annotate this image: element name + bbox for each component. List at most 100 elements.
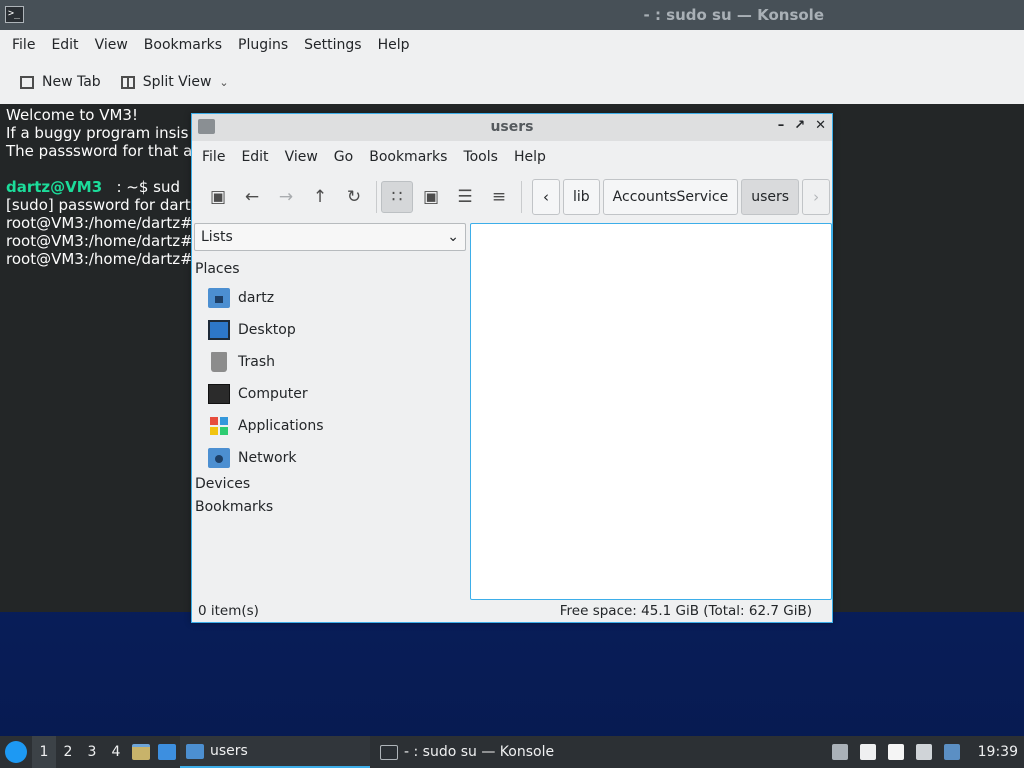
quicklaunch-show-desktop[interactable] — [154, 736, 180, 768]
clipboard-icon[interactable] — [887, 744, 904, 760]
terminal-icon — [380, 744, 398, 760]
split-view-icon — [120, 75, 135, 89]
fm-titlebar[interactable]: users – ↗ ✕ — [192, 114, 832, 141]
applications-icon — [208, 416, 230, 436]
place-item-dartz[interactable]: dartz — [208, 285, 274, 311]
breadcrumb-item[interactable]: AccountsService — [602, 179, 739, 215]
new-tab-icon[interactable]: ▣ — [202, 181, 234, 213]
desktop-icon — [208, 320, 230, 340]
fm-menu-help[interactable]: Help — [506, 149, 554, 165]
desktop-switch-2[interactable]: 2 — [56, 736, 80, 768]
prompt-user: dartz@VM3 — [6, 178, 103, 196]
status-bar: 0 item(s) Free space: 45.1 GiB (Total: 6… — [192, 600, 832, 622]
desktop-switch-1[interactable]: 1 — [32, 736, 56, 768]
desktop-switch-3[interactable]: 3 — [80, 736, 104, 768]
toolbar-separator — [376, 181, 377, 213]
konsole-menu-bookmarks[interactable]: Bookmarks — [136, 37, 230, 53]
fm-menu-file[interactable]: File — [194, 149, 233, 165]
place-item-trash[interactable]: Trash — [208, 349, 275, 375]
konsole-titlebar[interactable]: >_ - : sudo su — Konsole — [0, 0, 1024, 30]
fm-menu-view[interactable]: View — [277, 149, 326, 165]
trash-icon — [211, 352, 227, 372]
status-item-count: 0 item(s) — [198, 603, 259, 619]
fm-menu-edit[interactable]: Edit — [233, 149, 276, 165]
detailed-list-icon[interactable]: ≡ — [483, 181, 515, 213]
tray-arrow-icon[interactable] — [831, 744, 848, 760]
new-tab-label: New Tab — [42, 74, 101, 90]
fm-menu-tools[interactable]: Tools — [455, 149, 506, 165]
konsole-menu-help[interactable]: Help — [370, 37, 418, 53]
split-view-label: Split View — [142, 74, 212, 90]
place-item-desktop[interactable]: Desktop — [208, 317, 296, 343]
toolbar-separator — [521, 181, 522, 213]
breadcrumb-item[interactable]: lib — [563, 179, 600, 215]
breadcrumb-item-current[interactable]: users — [741, 179, 800, 215]
system-tray: 19:39 — [831, 736, 1024, 768]
konsole-menu-settings[interactable]: Settings — [296, 37, 369, 53]
konsole-menu-file[interactable]: File — [4, 37, 43, 53]
close-icon[interactable]: ✕ — [815, 118, 826, 133]
network-icon — [208, 448, 230, 468]
breadcrumb: ‹ lib AccountsService users › — [532, 179, 831, 215]
reload-icon[interactable]: ↻ — [338, 181, 370, 213]
place-label: dartz — [238, 290, 275, 306]
up-arrow-icon[interactable]: ↑ — [304, 181, 336, 213]
konsole-title: - : sudo su — Konsole — [643, 6, 824, 24]
place-label: Applications — [238, 418, 324, 434]
app-menu-icon — [5, 741, 27, 763]
update-notifier-icon[interactable] — [943, 744, 960, 760]
start-menu-button[interactable] — [0, 736, 32, 768]
desktop-switch-4[interactable]: 4 — [104, 736, 128, 768]
breadcrumb-left-arrow[interactable]: ‹ — [532, 179, 560, 215]
maximize-icon[interactable]: ↗ — [794, 118, 805, 133]
new-tab-icon — [20, 75, 34, 89]
places-heading[interactable]: Places — [195, 261, 240, 277]
place-label: Computer — [238, 386, 308, 402]
forward-arrow-icon[interactable]: → — [270, 181, 302, 213]
icon-view-icon[interactable]: ∷ — [381, 181, 413, 213]
thumbnail-view-icon[interactable]: ▣ — [415, 181, 447, 213]
side-pane: Lists ⌄ Places dartz Desktop Trash Compu… — [192, 221, 469, 606]
side-pane-mode-value: Lists — [201, 229, 233, 245]
network-status-icon[interactable] — [915, 744, 932, 760]
volume-icon[interactable] — [859, 744, 876, 760]
bookmarks-heading[interactable]: Bookmarks — [195, 499, 273, 515]
fm-menubar: File Edit View Go Bookmarks Tools Help — [192, 143, 832, 171]
clock[interactable]: 19:39 — [978, 744, 1018, 760]
place-item-network[interactable]: Network — [208, 445, 296, 471]
place-label: Network — [238, 450, 297, 466]
task-users[interactable]: users — [180, 736, 370, 768]
fm-title: users — [490, 119, 534, 135]
new-tab-button[interactable]: New Tab — [20, 74, 101, 90]
show-desktop-icon — [158, 744, 176, 760]
prompt-text: : ~$ sud — [102, 178, 180, 196]
place-item-applications[interactable]: Applications — [208, 413, 324, 439]
terminal-icon: >_ — [5, 6, 24, 23]
back-arrow-icon[interactable]: ← — [236, 181, 268, 213]
breadcrumb-right-arrow[interactable]: › — [802, 179, 831, 215]
place-item-computer[interactable]: Computer — [208, 381, 308, 407]
status-free-space: Free space: 45.1 GiB (Total: 62.7 GiB) — [559, 603, 812, 619]
fm-menu-bookmarks[interactable]: Bookmarks — [361, 149, 455, 165]
task-konsole[interactable]: - : sudo su — Konsole — [374, 736, 560, 768]
konsole-menu-plugins[interactable]: Plugins — [230, 37, 296, 53]
task-label: - : sudo su — Konsole — [404, 744, 555, 760]
konsole-menu-view[interactable]: View — [87, 37, 136, 53]
file-manager-window: users – ↗ ✕ File Edit View Go Bookmarks … — [191, 113, 833, 623]
side-pane-mode-select[interactable]: Lists ⌄ — [194, 223, 466, 251]
compact-view-icon[interactable]: ☰ — [449, 181, 481, 213]
computer-icon — [208, 384, 230, 404]
devices-heading[interactable]: Devices — [195, 476, 250, 492]
minimize-icon[interactable]: – — [778, 118, 785, 133]
konsole-menubar: File Edit View Bookmarks Plugins Setting… — [0, 30, 1024, 60]
split-view-button[interactable]: Split View ⌄ — [120, 74, 229, 90]
home-folder-icon — [208, 288, 230, 308]
chevron-down-icon: ⌄ — [447, 229, 459, 245]
chevron-down-icon: ⌄ — [219, 75, 229, 89]
quicklaunch-file-manager[interactable] — [128, 736, 154, 768]
task-label: users — [210, 743, 248, 759]
place-label: Desktop — [238, 322, 296, 338]
file-list-area[interactable] — [470, 223, 832, 600]
fm-menu-go[interactable]: Go — [326, 149, 361, 165]
konsole-menu-edit[interactable]: Edit — [43, 37, 86, 53]
